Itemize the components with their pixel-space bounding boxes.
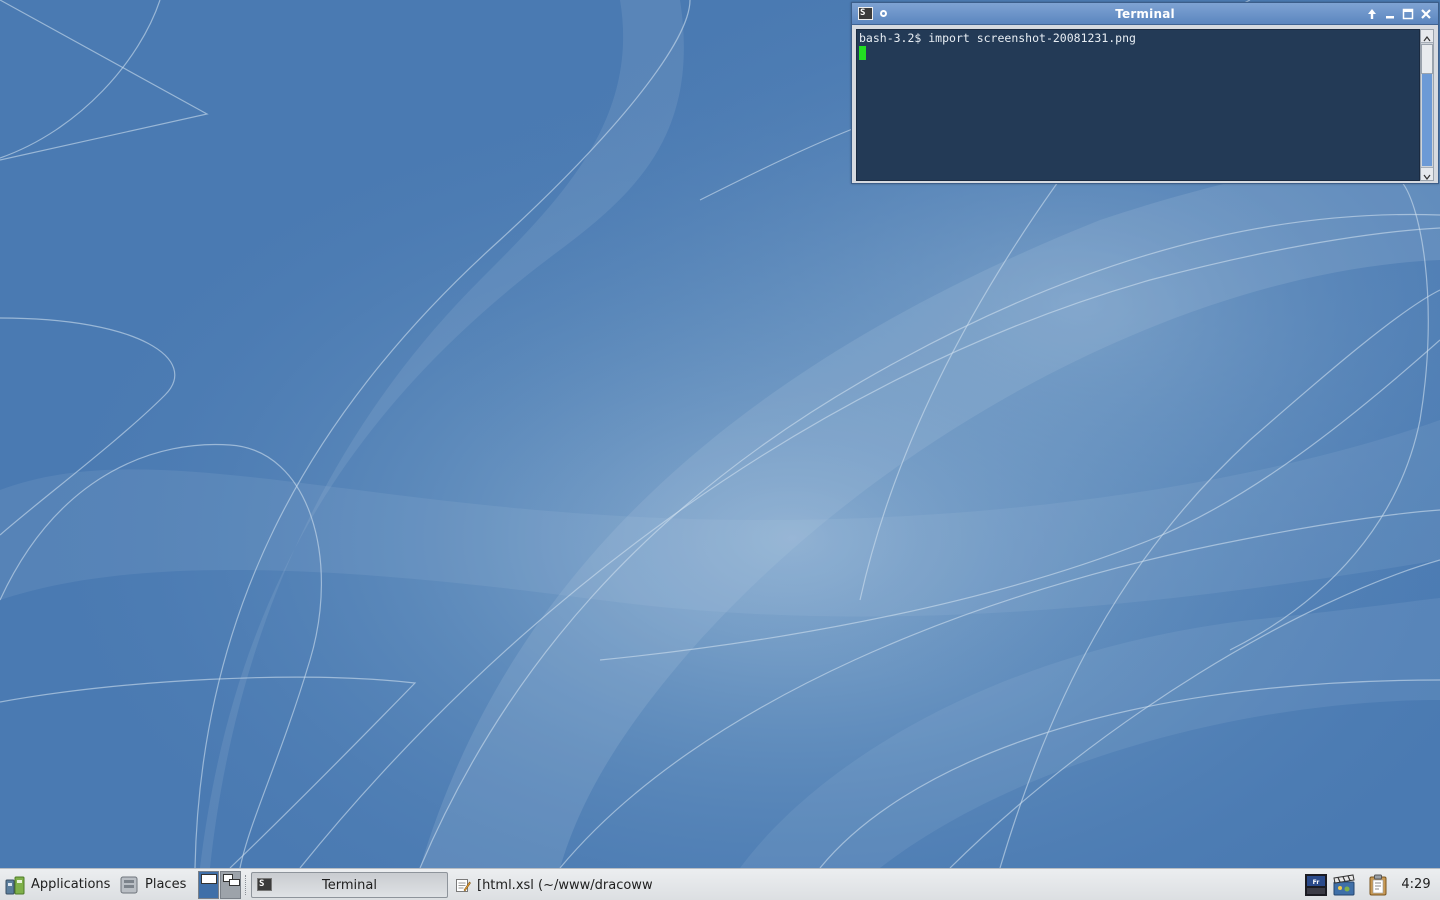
terminal-cursor <box>859 46 866 60</box>
scrollbar-track[interactable] <box>1422 74 1432 166</box>
scroll-up-button[interactable] <box>1421 30 1433 43</box>
scroll-down-button[interactable] <box>1421 167 1433 180</box>
terminal-scrollbar[interactable] <box>1420 29 1434 181</box>
svg-text:Fr: Fr <box>1313 879 1320 886</box>
workspace-2[interactable] <box>220 871 241 899</box>
applications-icon <box>5 876 25 894</box>
terminal-titlebar[interactable]: S Terminal <box>852 3 1438 25</box>
terminal-command-line: bash-3.2$ import screenshot-20081231.png <box>859 31 1136 45</box>
arrow-up-icon <box>1368 9 1376 19</box>
chevron-down-icon <box>1423 174 1431 180</box>
workspace-1[interactable] <box>198 871 219 899</box>
window-title: Terminal <box>1115 7 1175 21</box>
places-label: Places <box>145 877 187 892</box>
applications-label: Applications <box>31 877 111 892</box>
clipboard-icon[interactable] <box>1366 873 1390 897</box>
desktop[interactable]: S Terminal bash-3.2$ import screenshot-2… <box>0 0 1440 868</box>
minimize-icon <box>1386 16 1394 19</box>
taskbar-item-label: Terminal <box>322 877 377 893</box>
scrollbar-thumb[interactable] <box>1421 44 1433 74</box>
terminal-prompt: bash-3.2$ <box>859 31 922 45</box>
maximize-icon <box>1402 8 1414 20</box>
taskbar-item-editor[interactable]: [html.xsl (~/www/dracoww... <box>452 872 652 898</box>
taskbar-item-terminal[interactable]: S Terminal <box>251 872 448 898</box>
bottom-panel: Applications Places S Terminal [html.xsl… <box>0 868 1440 900</box>
panel-separator <box>245 875 249 895</box>
close-button[interactable] <box>1418 6 1434 22</box>
close-icon <box>1421 9 1431 19</box>
workspace-switcher[interactable] <box>198 871 242 899</box>
maximize-button[interactable] <box>1400 6 1416 22</box>
text-editor-icon <box>456 879 471 892</box>
terminal-output[interactable]: bash-3.2$ import screenshot-20081231.png <box>856 29 1420 181</box>
clock[interactable]: 4:29 <box>1396 877 1436 892</box>
places-icon <box>120 876 138 893</box>
minimize-button[interactable] <box>1382 6 1398 22</box>
clapperboard-icon[interactable] <box>1332 873 1356 897</box>
taskbar-item-label: [html.xsl (~/www/dracoww... <box>477 877 652 893</box>
places-menu[interactable]: Places <box>118 869 186 900</box>
terminal-command: import screenshot-20081231.png <box>928 31 1136 45</box>
terminal-window[interactable]: S Terminal bash-3.2$ import screenshot-2… <box>851 2 1439 184</box>
applications-menu[interactable]: Applications <box>4 869 110 900</box>
film-icon[interactable]: Fr <box>1304 873 1328 897</box>
shade-button[interactable] <box>1364 6 1380 22</box>
